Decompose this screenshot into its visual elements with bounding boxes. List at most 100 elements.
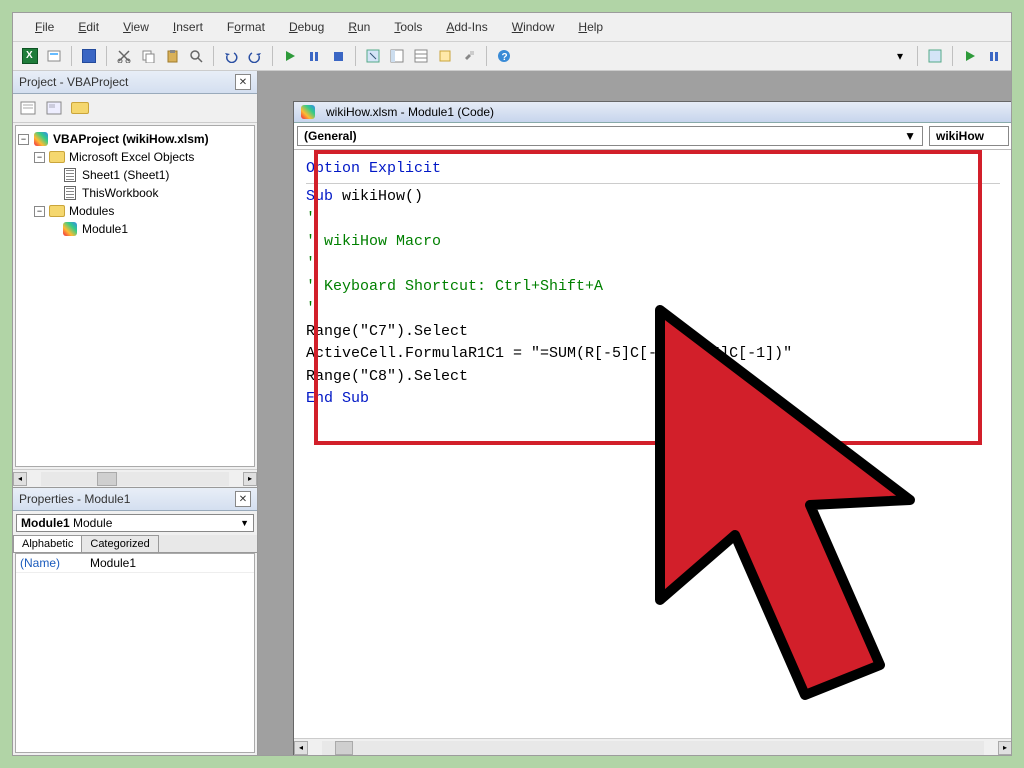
pause-2-icon[interactable] [983,45,1005,67]
tree-group-modules[interactable]: − Modules [18,202,252,220]
undo-icon[interactable] [220,45,242,67]
code-window-title-text: wikiHow.xlsm - Module1 (Code) [326,105,494,119]
tree-item-label: Module1 [82,222,128,236]
menu-format[interactable]: Format [215,17,277,37]
properties-panel-title: Properties - Module1 ✕ [13,488,257,511]
project-scrollbar[interactable]: ◂ ▸ [13,469,257,487]
project-panel-toolbar [13,94,257,123]
properties-panel-title-text: Properties - Module1 [19,492,130,506]
scroll-right-icon[interactable]: ▸ [243,472,257,486]
run-2-icon[interactable] [959,45,981,67]
menu-window[interactable]: Window [500,17,567,37]
menu-addins[interactable]: Add-Ins [434,17,499,37]
procedure-dropdown-value: wikiHow [936,129,984,143]
collapse-icon[interactable]: − [34,206,45,217]
tree-group-excel-objects[interactable]: − Microsoft Excel Objects [18,148,252,166]
code-line: Range("C7").Select [306,321,1000,344]
menu-edit[interactable]: Edit [66,17,111,37]
properties-grid[interactable]: (Name) Module1 [15,553,255,753]
tree-root[interactable]: − VBAProject (wikiHow.xlsm) [18,130,252,148]
view-object-icon[interactable] [43,97,65,119]
code-editor[interactable]: Option Explicit Sub wikiHow() ' ' wikiHo… [294,150,1011,738]
code-line: wikiHow() [333,188,423,205]
folder-icon[interactable] [69,97,91,119]
scroll-right-icon[interactable]: ▸ [998,741,1011,755]
vba-editor-window: File Edit View Insert Format Debug Run T… [12,12,1012,756]
cut-icon[interactable] [113,45,135,67]
main-toolbar: ? ▾ [13,42,1011,71]
scroll-left-icon[interactable]: ◂ [13,472,27,486]
menubar: File Edit View Insert Format Debug Run T… [13,13,1011,42]
property-key: (Name) [16,554,86,572]
properties-window-icon[interactable] [410,45,432,67]
tree-root-label: VBAProject (wikiHow.xlsm) [53,132,209,146]
code-line: ' [306,253,1000,276]
scroll-thumb[interactable] [335,741,353,755]
procedure-dropdown[interactable]: wikiHow [929,126,1009,146]
run-icon[interactable] [279,45,301,67]
paste-icon[interactable] [161,45,183,67]
tab-categorized[interactable]: Categorized [81,535,158,552]
property-value[interactable]: Module1 [86,554,254,572]
code-window: wikiHow.xlsm - Module1 (Code) (General) … [293,101,1011,755]
excel-icon[interactable] [19,45,41,67]
code-line: Range("C8").Select [306,366,1000,389]
project-explorer-icon[interactable] [386,45,408,67]
workbook-icon [62,186,78,200]
tree-item-label: ThisWorkbook [82,186,158,200]
project-panel-title: Project - VBAProject ✕ [13,71,257,94]
tree-group-label: Modules [69,204,114,218]
help-icon[interactable]: ? [493,45,515,67]
design-mode-2-icon[interactable] [924,45,946,67]
code-window-title: wikiHow.xlsm - Module1 (Code) [294,102,1011,123]
tree-sheet1[interactable]: Sheet1 (Sheet1) [18,166,252,184]
scroll-thumb[interactable] [97,472,117,486]
code-line: ' [306,298,1000,321]
code-line: ' Keyboard Shortcut: Ctrl+Shift+A [306,276,1000,299]
close-icon[interactable]: ✕ [235,74,251,90]
design-mode-icon[interactable] [362,45,384,67]
folder-icon [49,150,65,164]
toolbox-icon[interactable] [458,45,480,67]
tab-alphabetic[interactable]: Alphabetic [13,535,82,552]
tree-thisworkbook[interactable]: ThisWorkbook [18,184,252,202]
redo-icon[interactable] [244,45,266,67]
insert-module-icon[interactable] [43,45,65,67]
collapse-icon[interactable]: − [34,152,45,163]
code-line: ' wikiHow Macro [306,231,1000,254]
code-scrollbar[interactable]: ◂ ▸ [294,738,1011,755]
menu-help[interactable]: Help [566,17,615,37]
code-line: ' [306,208,1000,231]
object-browser-icon[interactable] [434,45,456,67]
properties-object-name: Module1 [21,516,70,530]
tree-module1[interactable]: Module1 [18,220,252,238]
mdi-workspace: wikiHow.xlsm - Module1 (Code) (General) … [258,71,1011,755]
view-code-icon[interactable] [17,97,39,119]
toolbar-chevron-icon[interactable]: ▾ [889,45,911,67]
object-dropdown[interactable]: (General) ▼ [297,126,923,146]
property-row[interactable]: (Name) Module1 [16,554,254,573]
menu-tools[interactable]: Tools [382,17,434,37]
menu-debug[interactable]: Debug [277,17,336,37]
svg-text:?: ? [502,52,508,63]
menu-view[interactable]: View [111,17,161,37]
save-icon[interactable] [78,45,100,67]
menu-run[interactable]: Run [336,17,382,37]
code-line: End Sub [306,390,369,407]
object-dropdown-value: (General) [304,129,357,143]
properties-object-select[interactable]: Module1 Module ▼ [16,514,254,532]
chevron-down-icon: ▼ [904,129,916,143]
copy-icon[interactable] [137,45,159,67]
pause-icon[interactable] [303,45,325,67]
stop-icon[interactable] [327,45,349,67]
menu-file[interactable]: File [23,17,66,37]
scroll-left-icon[interactable]: ◂ [294,741,308,755]
properties-tabs: Alphabetic Categorized [13,535,257,553]
find-icon[interactable] [185,45,207,67]
project-tree[interactable]: − VBAProject (wikiHow.xlsm) − Microsoft … [15,125,255,467]
close-icon[interactable]: ✕ [235,491,251,507]
tree-group-label: Microsoft Excel Objects [69,150,194,164]
menu-insert[interactable]: Insert [161,17,215,37]
code-line: Sub [306,188,333,205]
collapse-icon[interactable]: − [18,134,29,145]
